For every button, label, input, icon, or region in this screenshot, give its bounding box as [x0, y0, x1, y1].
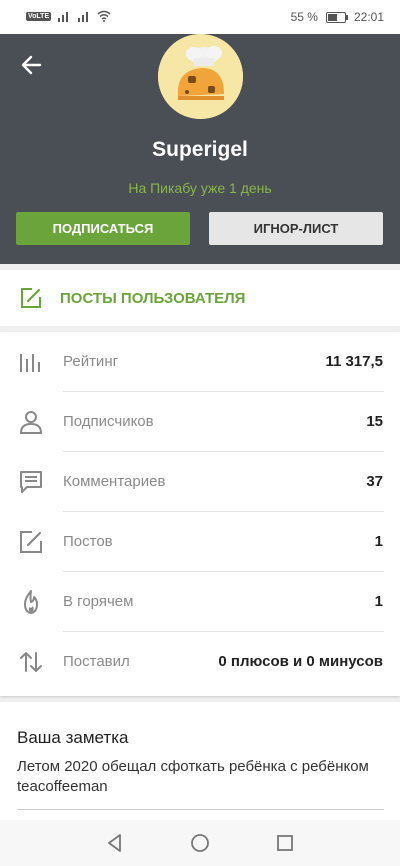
clock: 22:01 [353, 10, 384, 24]
stat-label: Постов [63, 533, 113, 550]
stat-label: В горячем [63, 593, 134, 610]
stat-label: Рейтинг [63, 353, 119, 370]
stat-label: Поставил [63, 653, 130, 670]
nav-home-icon[interactable] [189, 832, 211, 854]
edit-icon [21, 288, 41, 308]
back-button[interactable] [14, 48, 48, 82]
bars-icon [20, 354, 40, 372]
nav-back-icon[interactable] [104, 832, 126, 854]
note-underline [17, 809, 384, 810]
edit-icon [20, 531, 42, 553]
stat-label: Подписчиков [63, 413, 154, 430]
stat-row-comments[interactable]: Комментариев 37 [0, 452, 400, 512]
system-nav-bar [0, 820, 400, 866]
stat-row-votes: Поставил 0 плюсов и 0 минусов [0, 632, 400, 692]
stat-row-rating: Рейтинг 11 317,5 [0, 332, 400, 392]
back-arrow-icon [21, 55, 42, 75]
stat-value: 1 [374, 593, 383, 610]
profile-header: Superigel На Пикабу уже 1 день ПОДПИСАТЬ… [0, 34, 400, 264]
member-since: На Пикабу уже 1 день [128, 180, 272, 196]
battery-percent: 55 % [290, 10, 318, 24]
note-text[interactable]: Летом 2020 обещал сфоткать ребёнка с реб… [17, 757, 377, 797]
status-bar: VoLTE 55 % 22:01 [0, 0, 400, 34]
username: Superigel [152, 138, 248, 161]
user-posts-label: ПОСТЫ ПОЛЬЗОВАТЕЛЯ [60, 290, 246, 307]
swap-icon [20, 652, 42, 672]
volte-badge: VoLTE [26, 11, 52, 21]
user-posts-row[interactable]: ПОСТЫ ПОЛЬЗОВАТЕЛЯ [0, 270, 400, 326]
stat-row-subscribers[interactable]: Подписчиков 15 [0, 392, 400, 452]
stat-value: 37 [366, 473, 383, 490]
hedgehog-chef-avatar [158, 34, 243, 119]
signal-icon [58, 12, 69, 22]
stat-row-posts[interactable]: Постов 1 [0, 512, 400, 572]
nav-recents-icon[interactable] [274, 832, 296, 854]
comment-icon [20, 471, 42, 493]
stats-card: Рейтинг 11 317,5 Подписчиков 15 Коммента… [0, 332, 400, 696]
stat-label: Комментариев [63, 473, 166, 490]
avatar[interactable] [158, 34, 243, 119]
stat-value: 11 317,5 [325, 353, 383, 370]
stat-value: 0 плюсов и 0 минусов [218, 653, 383, 670]
profile-screen: VoLTE 55 % 22:01 Superigel На Пикабу уже… [0, 0, 400, 866]
signal-icon [78, 12, 89, 22]
flame-icon [24, 590, 38, 614]
note-card[interactable]: Ваша заметка Летом 2020 обещал сфоткать … [0, 702, 400, 820]
stat-row-hot[interactable]: В горячем 1 [0, 572, 400, 632]
wifi-icon [97, 10, 111, 22]
status-left: VoLTE [26, 10, 111, 22]
subscribe-button[interactable]: ПОДПИСАТЬСЯ [16, 212, 190, 245]
stat-value: 1 [374, 533, 383, 550]
ignore-list-button[interactable]: ИГНОР-ЛИСТ [209, 212, 383, 245]
stat-value: 15 [366, 413, 383, 430]
battery-icon [325, 11, 348, 23]
note-title: Ваша заметка [17, 728, 129, 747]
person-icon [19, 411, 43, 434]
status-right: 55 % 22:01 [291, 10, 384, 24]
